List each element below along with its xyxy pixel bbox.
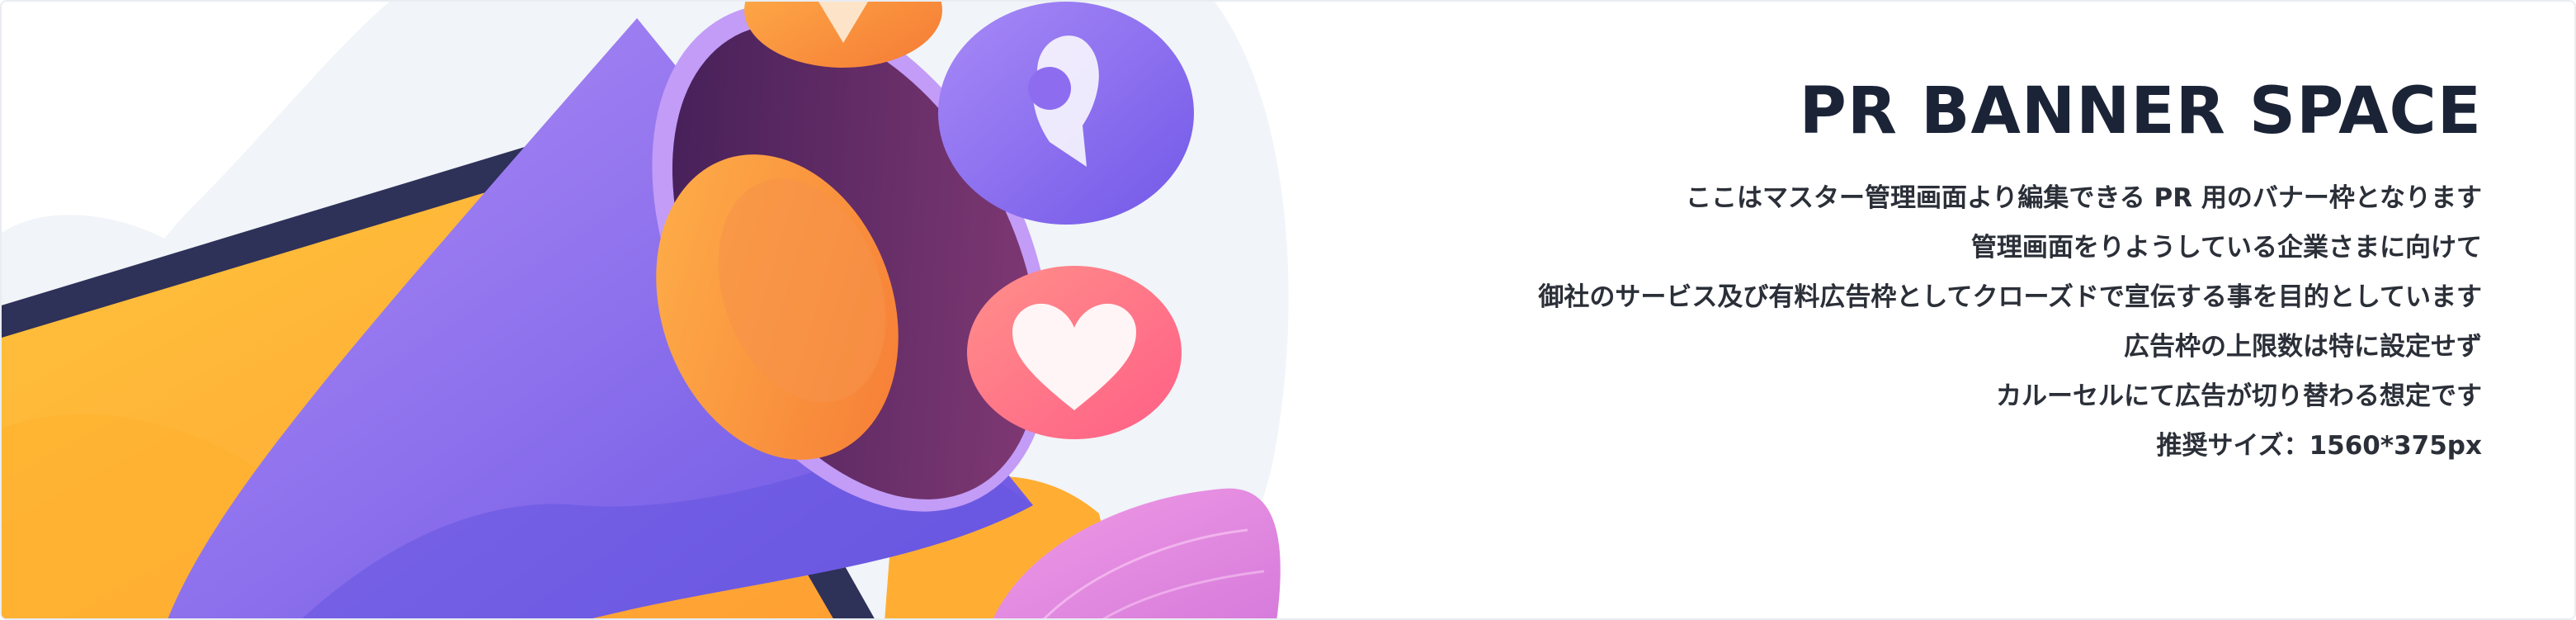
description-line-5: カルーセルにて広告が切り替わる想定です [1996, 381, 2482, 411]
megaphone-illustration [2, 2, 1289, 618]
banner-text: PR BANNER SPACE ここはマスター管理画面より編集できる PR 用の… [1244, 66, 2482, 471]
heart-icon [967, 266, 1182, 439]
banner-description: ここはマスター管理画面より編集できる PR 用のバナー枠となります 管理画面をり… [1244, 173, 2482, 471]
description-line-2: 管理画面をりようしている企業さまに向けて [1970, 233, 2482, 263]
pr-banner[interactable]: PR BANNER SPACE ここはマスター管理画面より編集できる PR 用の… [0, 0, 2576, 620]
location-pin-icon [938, 2, 1194, 225]
description-line-6: 推奨サイズ：1560*375px [2156, 431, 2482, 461]
description-line-3: 御社のサービス及び有料広告枠としてクローズドで宣伝する事を目的としています [1538, 282, 2482, 312]
banner-title: PR BANNER SPACE [1799, 74, 2482, 149]
description-line-1: ここはマスター管理画面より編集できる PR 用のバナー枠となります [1685, 183, 2482, 213]
description-line-4: 広告枠の上限数は特に設定せず [2124, 332, 2482, 362]
